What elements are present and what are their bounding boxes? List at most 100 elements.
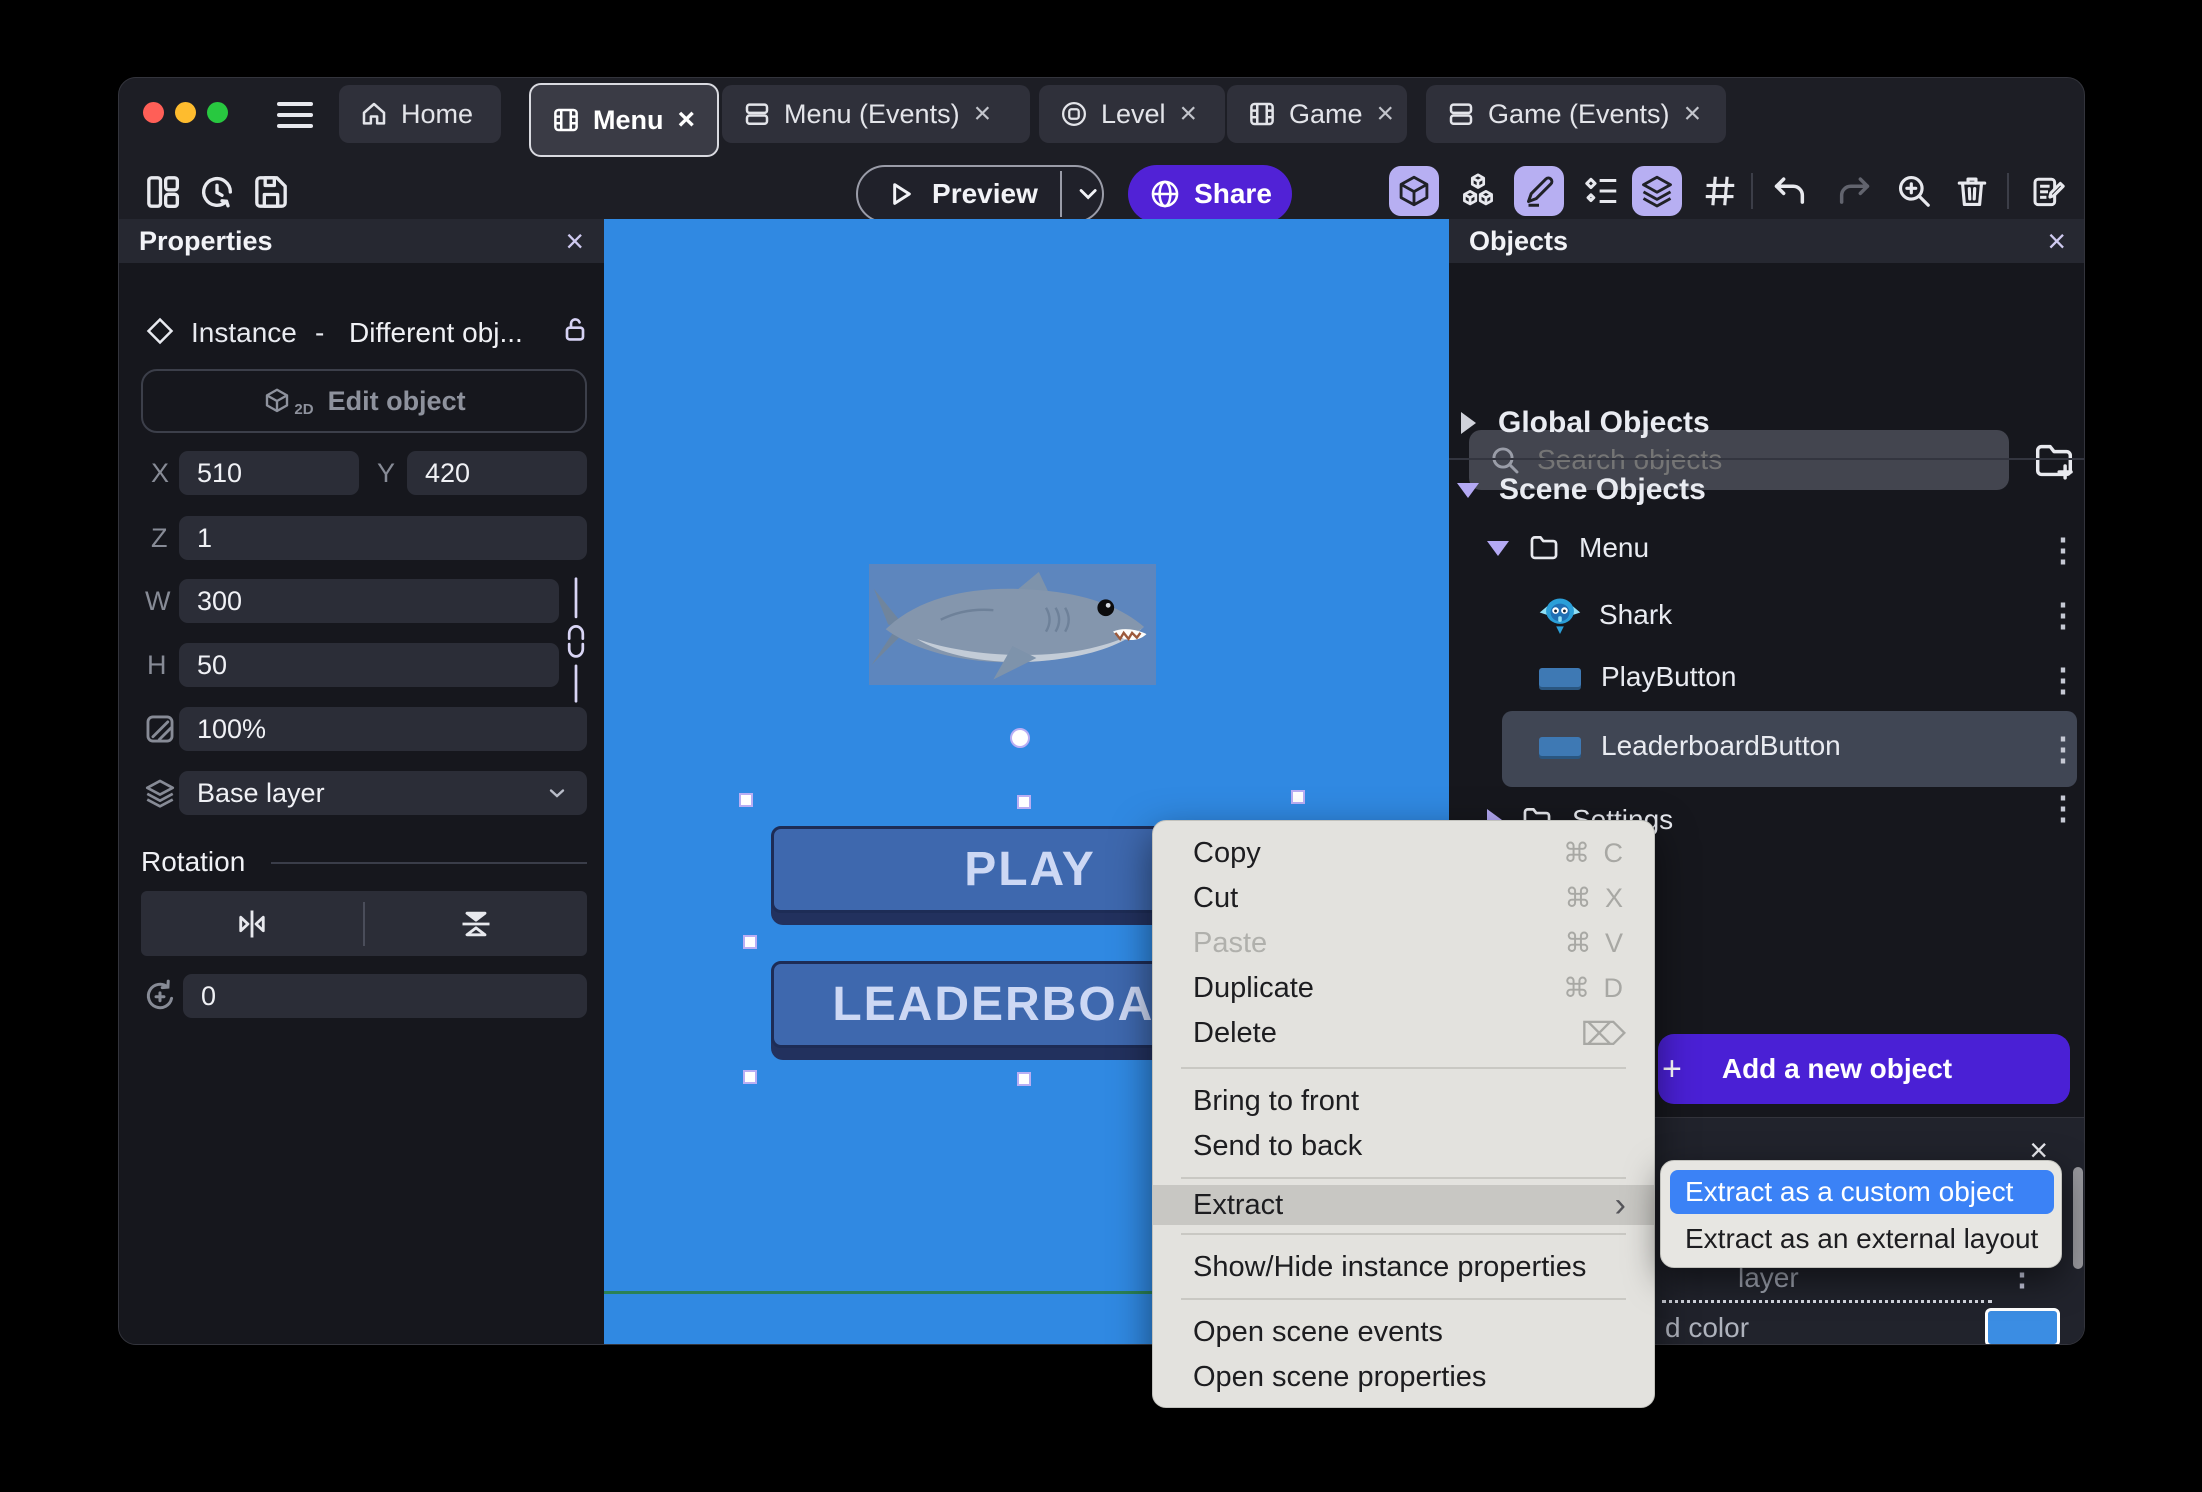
main-menu-icon[interactable] — [277, 102, 313, 128]
submenu-item-extract-external-layout[interactable]: Extract as an external layout — [1670, 1218, 2054, 1260]
tab-label: Menu (Events) — [784, 98, 960, 129]
tab-home[interactable]: Home — [339, 85, 501, 143]
tab-menu[interactable]: Menu × — [529, 83, 719, 157]
zoom-button[interactable] — [1889, 166, 1939, 216]
menu-item-open-scene-properties[interactable]: Open scene properties — [1153, 1355, 1654, 1400]
tab-level[interactable]: Level × — [1039, 85, 1225, 143]
history-icon[interactable] — [197, 172, 237, 212]
shark-sprite[interactable] — [869, 564, 1156, 685]
close-icon[interactable]: × — [1682, 99, 1704, 129]
scrollbar-thumb[interactable] — [2073, 1167, 2083, 1269]
add-new-object-button[interactable]: + Add a new object — [1658, 1034, 2070, 1104]
y-field[interactable] — [407, 451, 587, 495]
tab-game[interactable]: Game × — [1227, 85, 1407, 143]
chevron-down-icon[interactable] — [1074, 179, 1102, 209]
mini-panel-divider — [1662, 1300, 1992, 1303]
z-field[interactable] — [179, 516, 587, 560]
tab-game-events[interactable]: Game (Events) × — [1426, 85, 1726, 143]
opacity-field[interactable] — [179, 707, 587, 751]
button-thumbnail-icon — [1539, 667, 1581, 687]
color-swatch[interactable] — [1985, 1308, 2060, 1344]
redo-button[interactable] — [1829, 166, 1879, 216]
selection-handle[interactable] — [739, 793, 753, 807]
w-field[interactable] — [179, 579, 559, 623]
link-wh-icon[interactable] — [565, 576, 587, 704]
menu-item-bring-to-front[interactable]: Bring to front — [1153, 1079, 1654, 1124]
instances-list-icon — [1585, 177, 1617, 203]
minimize-window-button[interactable] — [175, 102, 196, 123]
grid-button[interactable] — [1695, 166, 1745, 216]
selection-handle[interactable] — [1017, 1072, 1031, 1086]
tree-folder-menu[interactable]: Menu — [1487, 531, 1649, 565]
add-folder-icon[interactable] — [2031, 438, 2077, 484]
menu-item-send-to-back[interactable]: Send to back — [1153, 1124, 1654, 1169]
instances-list-button[interactable] — [1577, 166, 1627, 216]
submenu-item-extract-custom-object[interactable]: Extract as a custom object — [1670, 1170, 2054, 1214]
undo-button[interactable] — [1765, 166, 1815, 216]
rotate-handle[interactable] — [1010, 728, 1030, 748]
menu-item-extract[interactable]: Extract › — [1153, 1185, 1654, 1225]
tree-item-shark[interactable]: Shark — [1539, 596, 1672, 634]
edit-object-button[interactable]: 2D Edit object — [141, 369, 587, 433]
maximize-window-button[interactable] — [207, 102, 228, 123]
tree-item-playbutton[interactable]: PlayButton — [1539, 661, 1736, 693]
menu-item-open-scene-events[interactable]: Open scene events — [1153, 1310, 1654, 1355]
kebab-menu-icon[interactable]: ⋮ — [2047, 733, 2079, 765]
menu-item-delete[interactable]: Delete ⌦ — [1153, 1011, 1654, 1056]
3d-mode-button[interactable] — [1389, 166, 1439, 216]
release-notes-button[interactable] — [2023, 166, 2073, 216]
global-objects-row[interactable]: Global Objects — [1461, 406, 1710, 440]
tree-item-leaderboardbutton[interactable]: LeaderboardButton — [1539, 730, 1841, 762]
menu-item-duplicate[interactable]: Duplicate ⌘ D — [1153, 966, 1654, 1011]
edit-mode-button[interactable] — [1514, 166, 1564, 216]
instance-object-name: Different obj... — [349, 317, 523, 348]
caret-down-icon — [1487, 540, 1509, 556]
kebab-menu-icon[interactable]: ⋮ — [2047, 599, 2079, 631]
menu-item-copy[interactable]: Copy ⌘ C — [1153, 831, 1654, 876]
layers-panel-button[interactable] — [1632, 166, 1682, 216]
selection-handle[interactable] — [1017, 795, 1031, 809]
cubes-icon — [1463, 173, 1493, 206]
close-icon[interactable]: × — [676, 105, 698, 135]
x-field[interactable] — [179, 451, 359, 495]
kebab-menu-icon[interactable]: ⋮ — [2047, 664, 2079, 696]
panels-layout-icon[interactable] — [143, 172, 183, 212]
preview-button[interactable]: Preview — [856, 165, 1104, 223]
selection-handle[interactable] — [743, 935, 757, 949]
rotation-field[interactable] — [183, 974, 587, 1018]
rotate-icon — [146, 979, 174, 1010]
delete-key-icon: ⌦ — [1580, 1015, 1626, 1052]
close-icon[interactable]: × — [565, 225, 584, 257]
menu-item-show-hide-instance-properties[interactable]: Show/Hide instance properties — [1153, 1245, 1654, 1290]
menu-item-cut[interactable]: Cut ⌘ X — [1153, 876, 1654, 921]
flip-vertical-button[interactable] — [365, 891, 587, 956]
scene-objects-row[interactable]: Scene Objects — [1457, 473, 1706, 507]
delete-button[interactable] — [1947, 166, 1997, 216]
objects-cubes-button[interactable] — [1453, 166, 1503, 216]
kebab-menu-icon[interactable]: ⋮ — [2047, 792, 2079, 824]
close-icon[interactable]: × — [1178, 99, 1200, 129]
selection-handle[interactable] — [743, 1070, 757, 1084]
rotation-divider — [271, 862, 587, 864]
close-icon[interactable]: × — [972, 99, 994, 129]
menu-divider — [1181, 1177, 1626, 1179]
close-icon[interactable]: × — [1375, 99, 1397, 129]
scene-objects-label: Scene Objects — [1499, 473, 1706, 506]
tab-menu-events[interactable]: Menu (Events) × — [722, 85, 1030, 143]
close-icon[interactable]: × — [2047, 225, 2066, 257]
selection-handle[interactable] — [1291, 790, 1305, 804]
kebab-menu-icon[interactable]: ⋮ — [2047, 534, 2079, 566]
menu-divider — [1181, 1067, 1626, 1069]
layer-select[interactable]: Base layer — [179, 771, 587, 815]
instance-diamond-icon — [146, 317, 174, 345]
external-layout-icon — [1062, 102, 1086, 126]
unlock-icon[interactable] — [559, 312, 591, 346]
h-field[interactable] — [179, 643, 559, 687]
home-icon — [362, 102, 386, 125]
flip-horizontal-button[interactable] — [141, 891, 363, 956]
search-objects-input[interactable] — [1537, 444, 2009, 476]
share-button[interactable]: Share — [1128, 165, 1292, 223]
close-window-button[interactable] — [143, 102, 164, 123]
save-icon[interactable] — [251, 172, 291, 212]
menu-item-paste[interactable]: Paste ⌘ V — [1153, 921, 1654, 966]
